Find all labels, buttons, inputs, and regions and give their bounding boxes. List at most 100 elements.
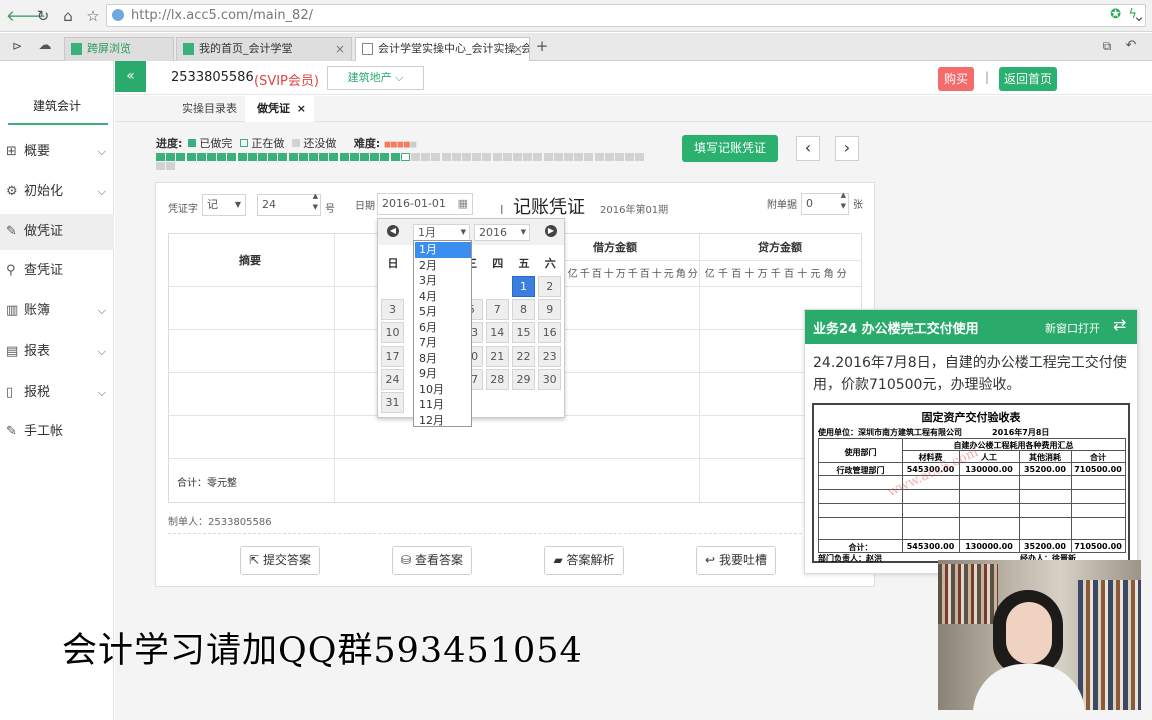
progress-cell[interactable] — [411, 153, 420, 161]
progress-cell[interactable] — [186, 153, 196, 161]
extension-icon[interactable]: ✪ — [1110, 7, 1121, 22]
calendar-day[interactable]: 29 — [512, 368, 535, 390]
year-select[interactable]: 2016 ▼ — [474, 224, 530, 241]
view-answer-button[interactable]: ⛁ 查看答案 — [392, 546, 472, 575]
next-button[interactable]: › — [835, 136, 859, 161]
month-option[interactable]: 2月 — [415, 258, 471, 274]
progress-cell[interactable] — [523, 153, 533, 161]
industry-select[interactable]: 建筑地产 ⌵ — [327, 66, 424, 90]
tab-cross-screen[interactable]: 跨屏浏览 — [64, 37, 174, 61]
calendar-day[interactable]: 2 — [538, 276, 562, 297]
month-option[interactable]: 1月 — [415, 242, 471, 258]
month-option[interactable]: 12月 — [415, 413, 471, 429]
menu-chevron-icon[interactable]: ⌄ — [1128, 5, 1150, 27]
month-option[interactable]: 3月 — [415, 273, 471, 289]
voucher-number-input[interactable]: 24 ▲ ▼ — [257, 191, 321, 216]
progress-cell[interactable] — [584, 153, 594, 161]
calendar-day[interactable]: 17 — [381, 345, 404, 367]
progress-cell[interactable] — [360, 153, 369, 161]
progress-cell[interactable] — [258, 153, 267, 161]
progress-cell[interactable] — [492, 153, 502, 161]
progress-cell[interactable] — [176, 153, 186, 161]
back-icon[interactable]: 🡐 — [6, 5, 46, 27]
buy-button[interactable]: 购买 — [938, 67, 974, 91]
progress-cell[interactable] — [441, 153, 451, 161]
submit-answer-button[interactable]: ⇱ 提交答案 — [240, 546, 320, 575]
progress-cell[interactable] — [533, 153, 543, 161]
progress-cell[interactable] — [513, 153, 522, 161]
progress-cell[interactable] — [462, 153, 471, 161]
tab-homepage[interactable]: 我的首页_会计学堂 × — [176, 37, 352, 61]
progress-cell[interactable] — [604, 153, 614, 161]
stepper-icon[interactable]: ▲ ▼ — [313, 191, 318, 213]
month-option[interactable]: 5月 — [415, 304, 471, 320]
progress-cell[interactable] — [166, 153, 176, 161]
calendar-day[interactable]: 9 — [538, 299, 562, 321]
progress-cell[interactable] — [543, 153, 553, 161]
progress-cell[interactable] — [329, 153, 339, 161]
progress-cell[interactable] — [319, 153, 329, 161]
star-icon[interactable]: ☆ — [82, 5, 104, 27]
progress-cell[interactable] — [370, 153, 380, 161]
feedback-button[interactable]: ↩ 我要吐槽 — [696, 546, 776, 575]
progress-cell[interactable] — [431, 153, 441, 161]
calendar-day[interactable]: 14 — [485, 322, 509, 344]
sidebar-item-ledger[interactable]: ▥ 账簿 ⌵ — [0, 293, 114, 329]
url-input[interactable]: http://lx.acc5.com/main_82/ ✪ ϟ — [106, 4, 1146, 27]
progress-cell[interactable] — [502, 153, 512, 161]
calendar-day[interactable]: 21 — [485, 345, 509, 367]
progress-cell[interactable] — [400, 153, 410, 161]
progress-cell[interactable] — [339, 153, 349, 161]
calendar-day[interactable]: 28 — [485, 368, 509, 390]
undo-icon[interactable]: ↶ — [1120, 35, 1142, 57]
return-home-button[interactable]: 返回首页 — [999, 67, 1057, 91]
close-icon[interactable]: × — [297, 96, 306, 122]
progress-cell[interactable] — [207, 153, 216, 161]
voucher-type-select[interactable]: 记 ▼ — [202, 194, 246, 216]
subtab-make-voucher[interactable]: 做凭证 × — [245, 96, 314, 122]
subtab-catalog[interactable]: 实操目录表 — [170, 96, 249, 122]
calendar-day[interactable]: 24 — [381, 368, 404, 390]
progress-cell[interactable] — [574, 153, 584, 161]
answer-analysis-button[interactable]: ▰ 答案解析 — [544, 546, 624, 575]
home-icon[interactable]: ⌂ — [57, 5, 79, 27]
progress-cell[interactable] — [156, 162, 165, 170]
month-option[interactable]: 10月 — [415, 382, 471, 398]
progress-cell[interactable] — [278, 153, 288, 161]
next-month-icon[interactable]: ▶ — [545, 225, 557, 237]
calendar-day[interactable]: 7 — [485, 299, 509, 321]
month-option[interactable]: 9月 — [415, 366, 471, 382]
collapse-sidebar-button[interactable]: « — [115, 61, 146, 92]
progress-cell[interactable] — [594, 153, 604, 161]
calendar-day[interactable]: 30 — [538, 368, 562, 390]
progress-cell[interactable] — [349, 153, 359, 161]
progress-cell[interactable] — [553, 153, 563, 161]
cloud-icon[interactable]: ☁ — [34, 35, 56, 57]
progress-cell[interactable] — [217, 153, 227, 161]
sidebar-item-manual[interactable]: ✎ 手工帐 — [0, 414, 114, 450]
refresh-icon[interactable]: ↻ — [32, 5, 54, 27]
calendar-day[interactable]: 23 — [538, 345, 562, 367]
calendar-day[interactable]: 10 — [381, 322, 404, 344]
month-option[interactable]: 11月 — [415, 397, 471, 413]
progress-cell[interactable] — [421, 153, 431, 161]
prev-month-icon[interactable]: ◀ — [387, 225, 399, 237]
sidebar-item-overview[interactable]: ⊞ 概要 ⌵ — [0, 134, 114, 170]
stepper-icon[interactable]: ▲ ▼ — [841, 190, 846, 212]
month-option[interactable]: 6月 — [415, 320, 471, 336]
attach-count-input[interactable]: 0 ▲ ▼ — [801, 190, 849, 215]
progress-cell[interactable] — [451, 153, 461, 161]
progress-cell[interactable] — [288, 153, 298, 161]
month-option[interactable]: 7月 — [415, 335, 471, 351]
progress-cell[interactable] — [156, 153, 165, 161]
prev-button[interactable]: ‹ — [796, 136, 820, 161]
progress-cell[interactable] — [564, 153, 573, 161]
sidebar-toggle-icon[interactable]: ⊳ — [6, 35, 28, 57]
progress-cell[interactable] — [390, 153, 400, 161]
calendar-day[interactable]: 8 — [512, 299, 535, 321]
progress-cell[interactable] — [380, 153, 390, 161]
sidebar-item-make-voucher[interactable]: ✎ 做凭证 — [0, 214, 114, 250]
progress-cell[interactable] — [309, 153, 318, 161]
fill-voucher-button[interactable]: 填写记账凭证 — [682, 135, 778, 162]
month-select[interactable]: 1月 ▼ — [413, 224, 470, 241]
